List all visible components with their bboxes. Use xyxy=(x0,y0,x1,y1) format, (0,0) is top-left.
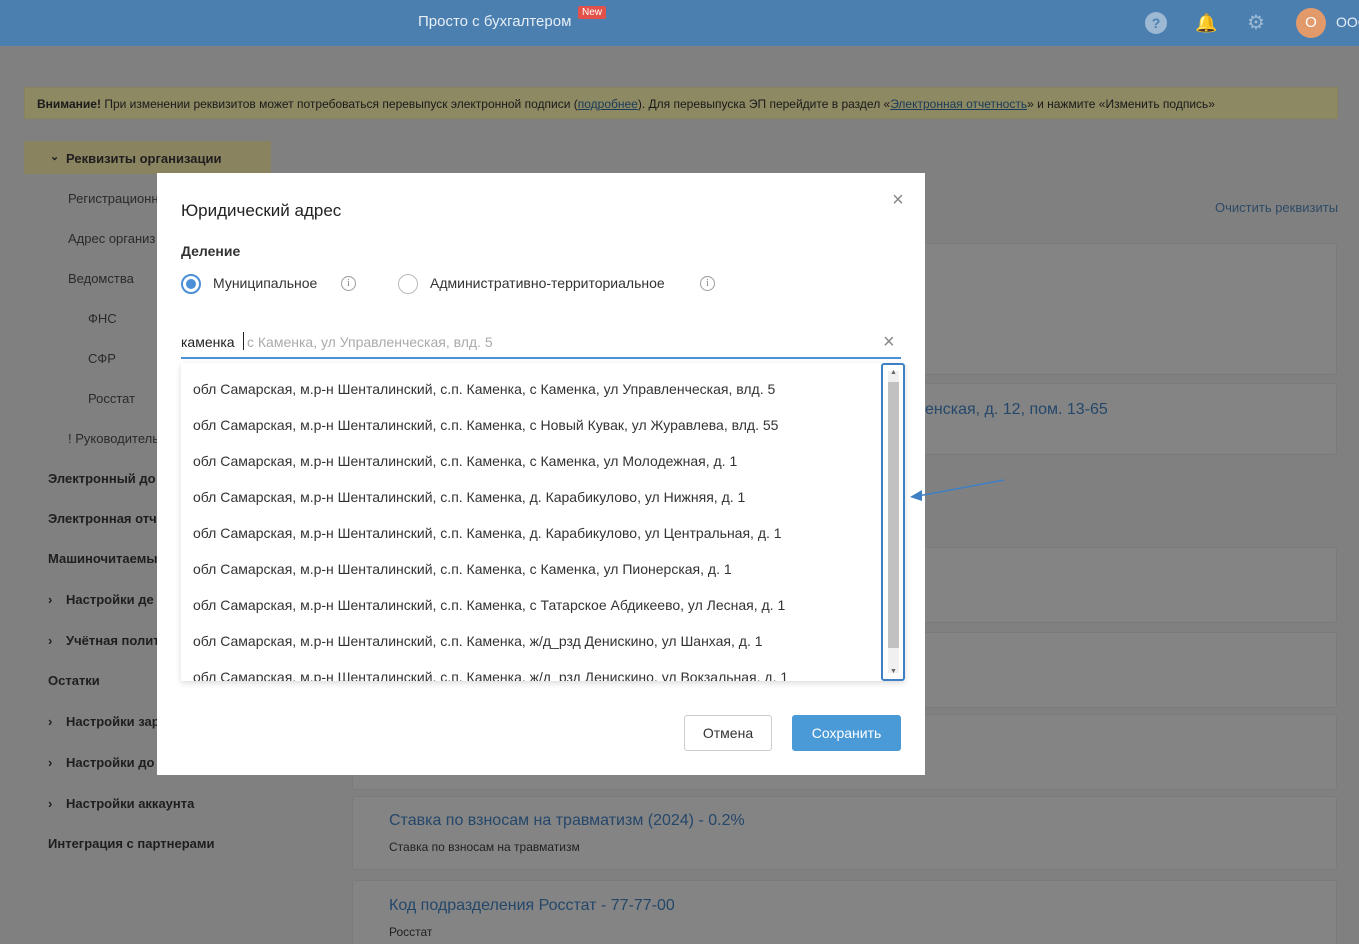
sidebar-item-fns[interactable]: ФНС xyxy=(88,311,117,326)
rosstat-code-subtitle: Росстат xyxy=(389,925,433,939)
sidebar-item-address[interactable]: Адрес организ xyxy=(68,231,155,246)
sidebar-item-edo[interactable]: Электронный до xyxy=(48,471,156,486)
warning-bold: Внимание! xyxy=(37,97,101,111)
clear-details-link[interactable]: Очистить реквизиты xyxy=(1215,200,1338,215)
injury-rate-card[interactable]: Ставка по взносам на травматизм (2024) -… xyxy=(352,796,1337,870)
scroll-down-icon[interactable]: ▼ xyxy=(888,667,899,677)
chevron-down-icon: ⌄ xyxy=(50,151,60,163)
sidebar-item-label: Настройки аккаунта xyxy=(66,796,195,811)
dialog-title: Юридический адрес xyxy=(181,201,342,220)
radio-municipal[interactable] xyxy=(181,274,201,294)
scrollbar-thumb[interactable] xyxy=(888,382,899,648)
suggestion-item[interactable]: обл Самарская, м.р-н Шенталинский, с.п. … xyxy=(193,417,778,433)
sidebar-item-partners[interactable]: Интеграция с партнерами xyxy=(48,836,214,851)
sidebar-item-label: Настройки де xyxy=(66,592,154,607)
suggestion-item[interactable]: обл Самарская, м.р-н Шенталинский, с.п. … xyxy=(193,489,745,505)
address-card-title: енская, д. 12, пом. 13-65 xyxy=(925,401,1108,418)
suggestion-item[interactable]: обл Самарская, м.р-н Шенталинский, с.п. … xyxy=(193,525,782,541)
radio-municipal-label[interactable]: Муниципальное xyxy=(213,275,317,291)
sidebar-item-label: Реквизиты организации xyxy=(66,151,222,166)
annotation-arrow-icon xyxy=(910,479,1005,501)
warning-text-1: При изменении реквизитов может потребова… xyxy=(100,97,578,111)
chevron-right-icon: › xyxy=(48,714,53,729)
legal-address-dialog: Юридический адрес × Деление Муниципально… xyxy=(157,173,925,775)
sidebar-item-rosstat[interactable]: Росстат xyxy=(88,391,135,406)
chevron-right-icon: › xyxy=(48,755,53,770)
warning-text-2: ). Для перевыпуска ЭП перейдите в раздел… xyxy=(637,97,891,111)
org-name[interactable]: ООО xyxy=(1336,14,1359,30)
suggestion-item[interactable]: обл Самарская, м.р-н Шенталинский, с.п. … xyxy=(193,597,785,613)
sidebar-item-accounting-policy[interactable]: › Учётная полит xyxy=(48,633,160,648)
top-header: Просто с бухгалтером New ? 🔔 ⚙ О ООО xyxy=(0,0,1359,46)
scrollbar-highlight: ▲ ▼ xyxy=(881,363,905,681)
radio-administrative-label[interactable]: Административно-территориальное xyxy=(430,275,665,291)
chevron-right-icon: › xyxy=(48,796,53,811)
rosstat-code-card[interactable]: Код подразделения Росстат - 77-77-00 Рос… xyxy=(352,880,1337,944)
suggestion-item[interactable]: обл Самарская, м.р-н Шенталинский, с.п. … xyxy=(193,561,732,577)
radio-administrative[interactable] xyxy=(398,274,418,294)
division-label: Деление xyxy=(181,243,241,259)
address-search-input[interactable]: каменка с Каменка, ул Управленческая, вл… xyxy=(181,329,901,359)
avatar[interactable]: О xyxy=(1296,8,1326,38)
sidebar-item-label: Настройки до xyxy=(66,755,155,770)
sidebar-item-director[interactable]: ! Руководитель xyxy=(68,431,159,446)
e-reporting-link[interactable]: Электронная отчетность xyxy=(890,97,1027,111)
warning-text-3: » и нажмите «Изменить подпись» xyxy=(1027,97,1215,111)
address-suggestions-list: обл Самарская, м.р-н Шенталинский, с.п. … xyxy=(181,363,905,681)
help-icon[interactable]: ? xyxy=(1145,12,1167,34)
info-icon[interactable]: i xyxy=(341,276,356,291)
sidebar-item-document-settings[interactable]: › Настройки до xyxy=(48,755,155,770)
info-icon[interactable]: i xyxy=(700,276,715,291)
sidebar-item-sfr[interactable]: СФР xyxy=(88,351,116,366)
promo-link[interactable]: Просто с бухгалтером xyxy=(418,13,571,30)
close-icon[interactable]: × xyxy=(889,190,907,210)
sidebar-item-machine-readable[interactable]: Машиночитаемы xyxy=(48,551,157,566)
sidebar-item-activity-settings[interactable]: › Настройки де xyxy=(48,592,154,607)
details-link[interactable]: подробнее xyxy=(578,97,638,111)
bell-icon[interactable]: 🔔 xyxy=(1195,12,1217,34)
cancel-button[interactable]: Отмена xyxy=(684,715,772,751)
gear-icon[interactable]: ⚙ xyxy=(1245,12,1267,34)
sidebar-item-label: Учётная полит xyxy=(66,633,160,648)
sidebar-item-salary-settings[interactable]: › Настройки зар xyxy=(48,714,160,729)
sidebar-item-label: Настройки зар xyxy=(66,714,160,729)
sidebar-item-registration[interactable]: Регистрационн xyxy=(68,191,159,206)
chevron-right-icon: › xyxy=(48,592,53,607)
scroll-up-icon[interactable]: ▲ xyxy=(888,368,899,378)
suggestion-item[interactable]: обл Самарская, м.р-н Шенталинский, с.п. … xyxy=(193,381,775,397)
text-caret xyxy=(243,332,244,350)
suggestion-item[interactable]: обл Самарская, м.р-н Шенталинский, с.п. … xyxy=(193,453,737,469)
address-input-value: каменка xyxy=(181,334,235,350)
injury-rate-title: Ставка по взносам на травматизм (2024) -… xyxy=(389,812,745,829)
sidebar-item-agencies[interactable]: Ведомства xyxy=(68,271,134,286)
chevron-right-icon: › xyxy=(48,633,53,648)
sidebar-item-account-settings[interactable]: › Настройки аккаунта xyxy=(48,796,195,811)
new-badge: New xyxy=(578,6,607,19)
rosstat-code-title: Код подразделения Росстат - 77-77-00 xyxy=(389,897,675,914)
suggestion-item[interactable]: обл Самарская, м.р-н Шенталинский, с.п. … xyxy=(193,633,763,649)
save-button[interactable]: Сохранить xyxy=(792,715,901,751)
address-autocomplete-hint: с Каменка, ул Управленческая, влд. 5 xyxy=(247,334,493,350)
injury-rate-subtitle: Ставка по взносам на травматизм xyxy=(389,840,580,854)
sidebar-item-org-details[interactable]: ⌄ Реквизиты организации xyxy=(24,141,271,174)
clear-input-icon[interactable]: × xyxy=(883,331,895,354)
sidebar-item-e-reporting[interactable]: Электронная отч xyxy=(48,511,157,526)
warning-banner: Внимание! При изменении реквизитов может… xyxy=(24,87,1338,119)
sidebar-item-balances[interactable]: Остатки xyxy=(48,673,100,688)
suggestion-item[interactable]: обл Самарская, м.р-н Шенталинский, с.п. … xyxy=(193,669,788,681)
